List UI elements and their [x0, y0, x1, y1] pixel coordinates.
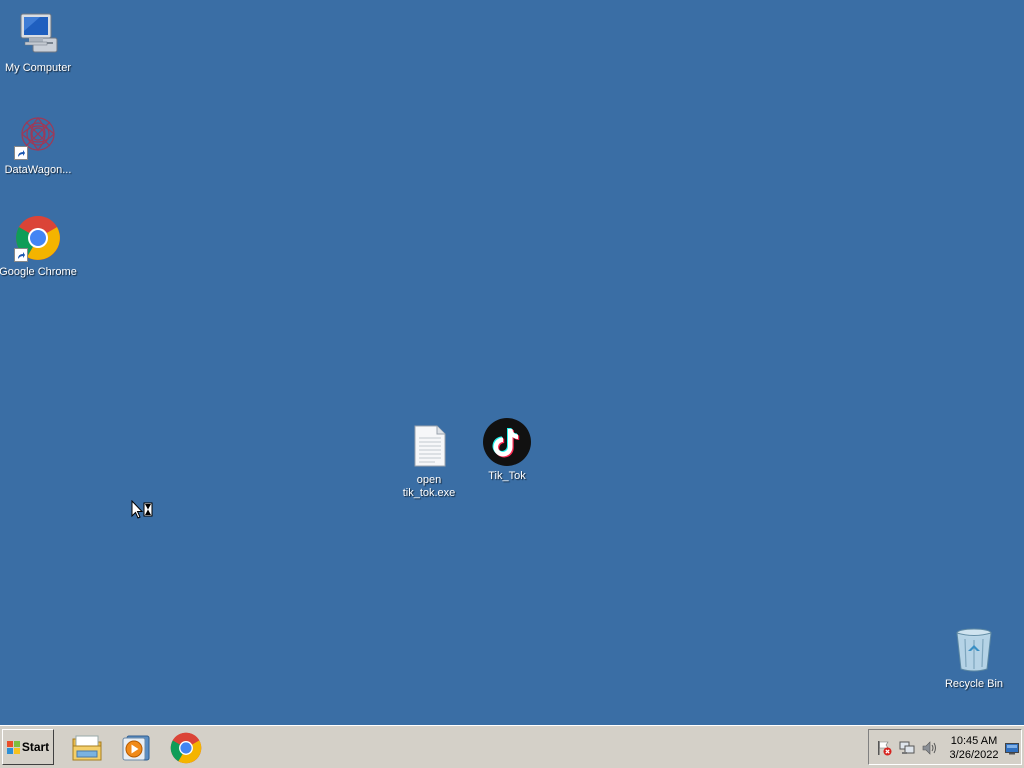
computer-icon	[14, 10, 62, 58]
datawagon-icon	[14, 112, 62, 160]
desktop-icon-datawagon[interactable]: DataWagon...	[0, 112, 78, 177]
chrome-icon	[170, 732, 202, 764]
desktop-icon-google-chrome[interactable]: Google Chrome	[0, 214, 78, 279]
start-button[interactable]: Start	[2, 729, 54, 765]
desktop-icon-label: Recycle Bin	[944, 678, 1004, 690]
network-icon[interactable]	[898, 740, 916, 756]
shortcut-arrow-icon	[14, 146, 28, 160]
desktop-icon-open-tiktok-file[interactable]: open tik_tok.exe	[389, 422, 469, 500]
windows-logo-icon	[6, 740, 20, 754]
volume-icon[interactable]	[921, 740, 939, 756]
desktop-icon-label: open tik_tok.exe	[402, 474, 456, 499]
chrome-icon	[14, 214, 62, 262]
show-desktop-icon	[1005, 743, 1019, 755]
desktop-icon-label: My Computer	[4, 62, 72, 74]
text-file-icon	[405, 422, 453, 470]
file-explorer-icon	[72, 735, 102, 761]
action-center-icon[interactable]	[875, 740, 893, 756]
shortcut-arrow-icon	[14, 248, 28, 262]
clock[interactable]: 10:45 AM 3/26/2022	[945, 734, 1003, 762]
desktop[interactable]: My Computer DataWagon... Google Chrome o…	[0, 0, 1024, 725]
recycle-bin-icon	[950, 626, 998, 674]
show-desktop-button[interactable]	[1005, 742, 1019, 755]
clock-date: 3/26/2022	[949, 749, 999, 761]
start-button-label: Start	[21, 740, 50, 754]
desktop-icon-label: DataWagon...	[4, 164, 72, 176]
media-player-icon	[122, 735, 150, 761]
desktop-icon-label: Tik_Tok	[488, 470, 526, 482]
tiktok-icon	[483, 418, 531, 466]
desktop-icon-tiktok[interactable]: Tik_Tok	[467, 418, 547, 483]
quicklaunch-chrome[interactable]	[169, 731, 203, 765]
desktop-icon-label: Google Chrome	[0, 266, 77, 278]
desktop-icon-recycle-bin[interactable]: Recycle Bin	[934, 626, 1014, 691]
quicklaunch-media-player[interactable]	[119, 731, 153, 765]
quicklaunch-file-explorer[interactable]	[70, 731, 104, 765]
clock-time: 10:45 AM	[950, 735, 998, 747]
system-tray: 10:45 AM 3/26/2022	[868, 729, 1022, 765]
desktop-icon-my-computer[interactable]: My Computer	[0, 10, 78, 75]
busy-cursor-icon	[131, 499, 155, 522]
taskbar: Start 10:45 AM 3/26/2022	[0, 725, 1024, 768]
